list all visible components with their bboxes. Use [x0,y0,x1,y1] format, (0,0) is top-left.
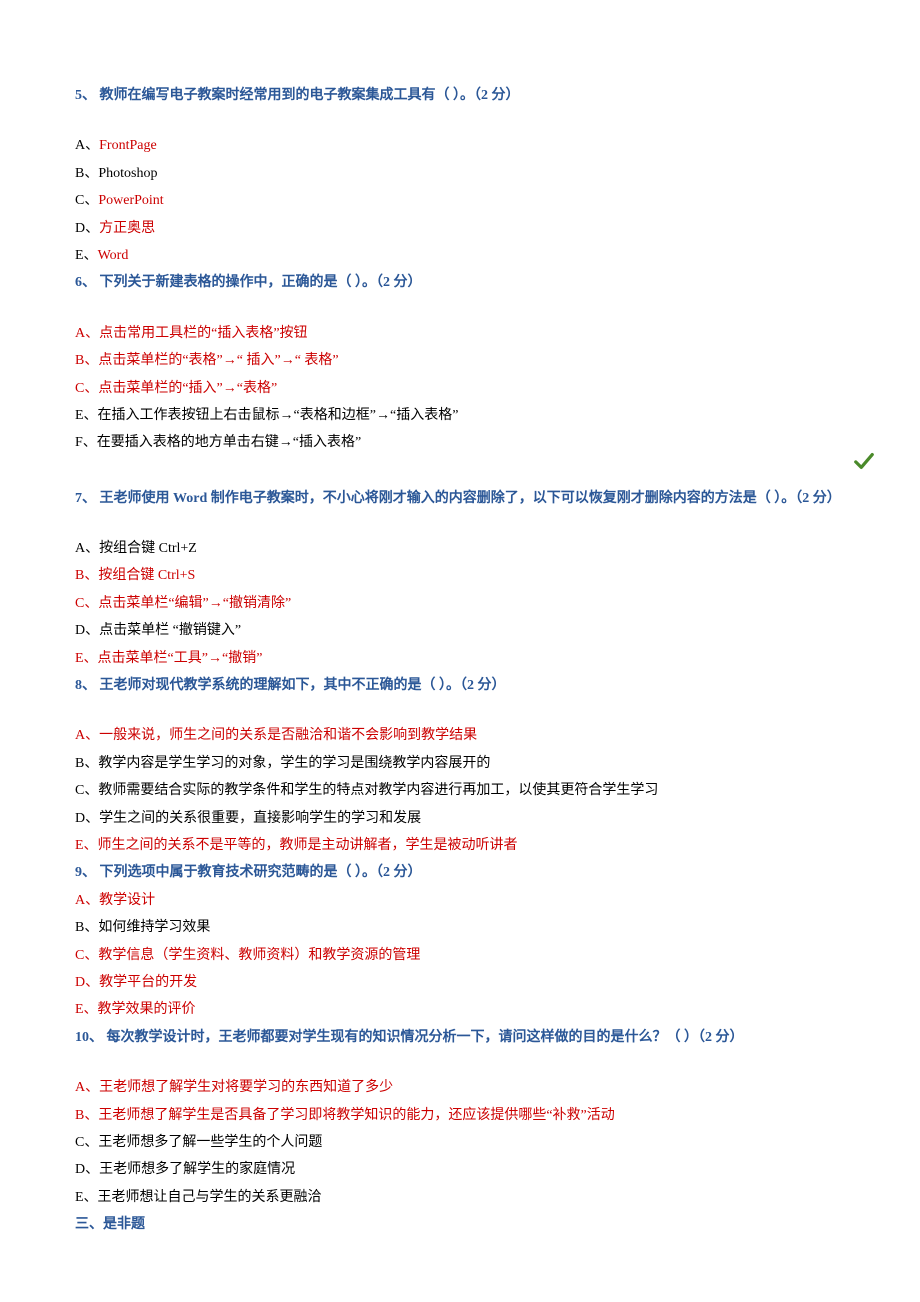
q6-option-e: E、在插入工作表按钮上右击鼠标→“表格和边框”→“插入表格” [75,405,845,427]
question-6-header: 6、 下列关于新建表格的操作中，正确的是（ ）。（2 分） [75,272,845,294]
question-5-header: 5、 教师在编写电子教案时经常用到的电子教案集成工具有（ ）。（2 分） [75,85,845,107]
q8-option-b: B、教学内容是学生学习的对象，学生的学习是围绕教学内容展开的 [75,753,845,775]
q7-option-b: B、按组合键 Ctrl+S [75,565,845,587]
q7-option-e: E、点击菜单栏“工具”→“撤销” [75,648,845,670]
q7-option-c: C、点击菜单栏“编辑”→“撤销清除” [75,593,845,615]
q8-option-e: E、师生之间的关系不是平等的，教师是主动讲解者，学生是被动听讲者 [75,835,845,857]
q10-option-a: A、王老师想了解学生对将要学习的东西知道了多少 [75,1077,845,1099]
question-10-header: 10、 每次教学设计时，王老师都要对学生现有的知识情况分析一下，请问这样做的目的… [75,1027,845,1049]
q9-option-c: C、教学信息（学生资料、教师资料）和教学资源的管理 [75,945,845,967]
q5-option-a: A、FrontPage [75,135,845,157]
q10-option-b: B、王老师想了解学生是否具备了学习即将教学知识的能力，还应该提供哪些“补救”活动 [75,1105,845,1127]
checkmark-icon [853,450,875,472]
q5-option-b: B、Photoshop [75,163,845,185]
q8-option-a: A、一般来说，师生之间的关系是否融洽和谐不会影响到教学结果 [75,725,845,747]
q9-option-d: D、教学平台的开发 [75,972,845,994]
q7-option-a: A、按组合键 Ctrl+Z [75,538,845,560]
question-9-header: 9、 下列选项中属于教育技术研究范畴的是（ ）。（2 分） [75,862,845,884]
q8-option-c: C、教师需要结合实际的教学条件和学生的特点对教学内容进行再加工，以使其更符合学生… [75,780,845,802]
section-3-header: 三、是非题 [75,1214,845,1236]
q8-option-d: D、学生之间的关系很重要，直接影响学生的学习和发展 [75,808,845,830]
q10-option-e: E、王老师想让自己与学生的关系更融洽 [75,1187,845,1209]
q10-option-c: C、王老师想多了解一些学生的个人问题 [75,1132,845,1154]
q10-option-d: D、王老师想多了解学生的家庭情况 [75,1159,845,1181]
q6-option-a: A、点击常用工具栏的“插入表格”按钮 [75,323,845,345]
q6-option-b: B、点击菜单栏的“表格”→“ 插入”→“ 表格” [75,350,845,372]
question-7-header: 7、 王老师使用 Word 制作电子教案时，不小心将刚才输入的内容删除了，以下可… [75,488,845,510]
question-8-header: 8、 王老师对现代教学系统的理解如下，其中不正确的是（ ）。（2 分） [75,675,845,697]
q9-option-a: A、教学设计 [75,890,845,912]
q5-option-c: C、PowerPoint [75,190,845,212]
q9-option-e: E、教学效果的评价 [75,999,845,1021]
q5-option-e: E、Word [75,245,845,267]
q7-option-d: D、点击菜单栏 “撤销键入” [75,620,845,642]
q5-option-d: D、方正奥思 [75,218,845,240]
q9-option-b: B、如何维持学习效果 [75,917,845,939]
q6-option-c: C、点击菜单栏的“插入”→“表格” [75,378,845,400]
q6-option-f: F、在要插入表格的地方单击右键→“插入表格” [75,432,845,454]
